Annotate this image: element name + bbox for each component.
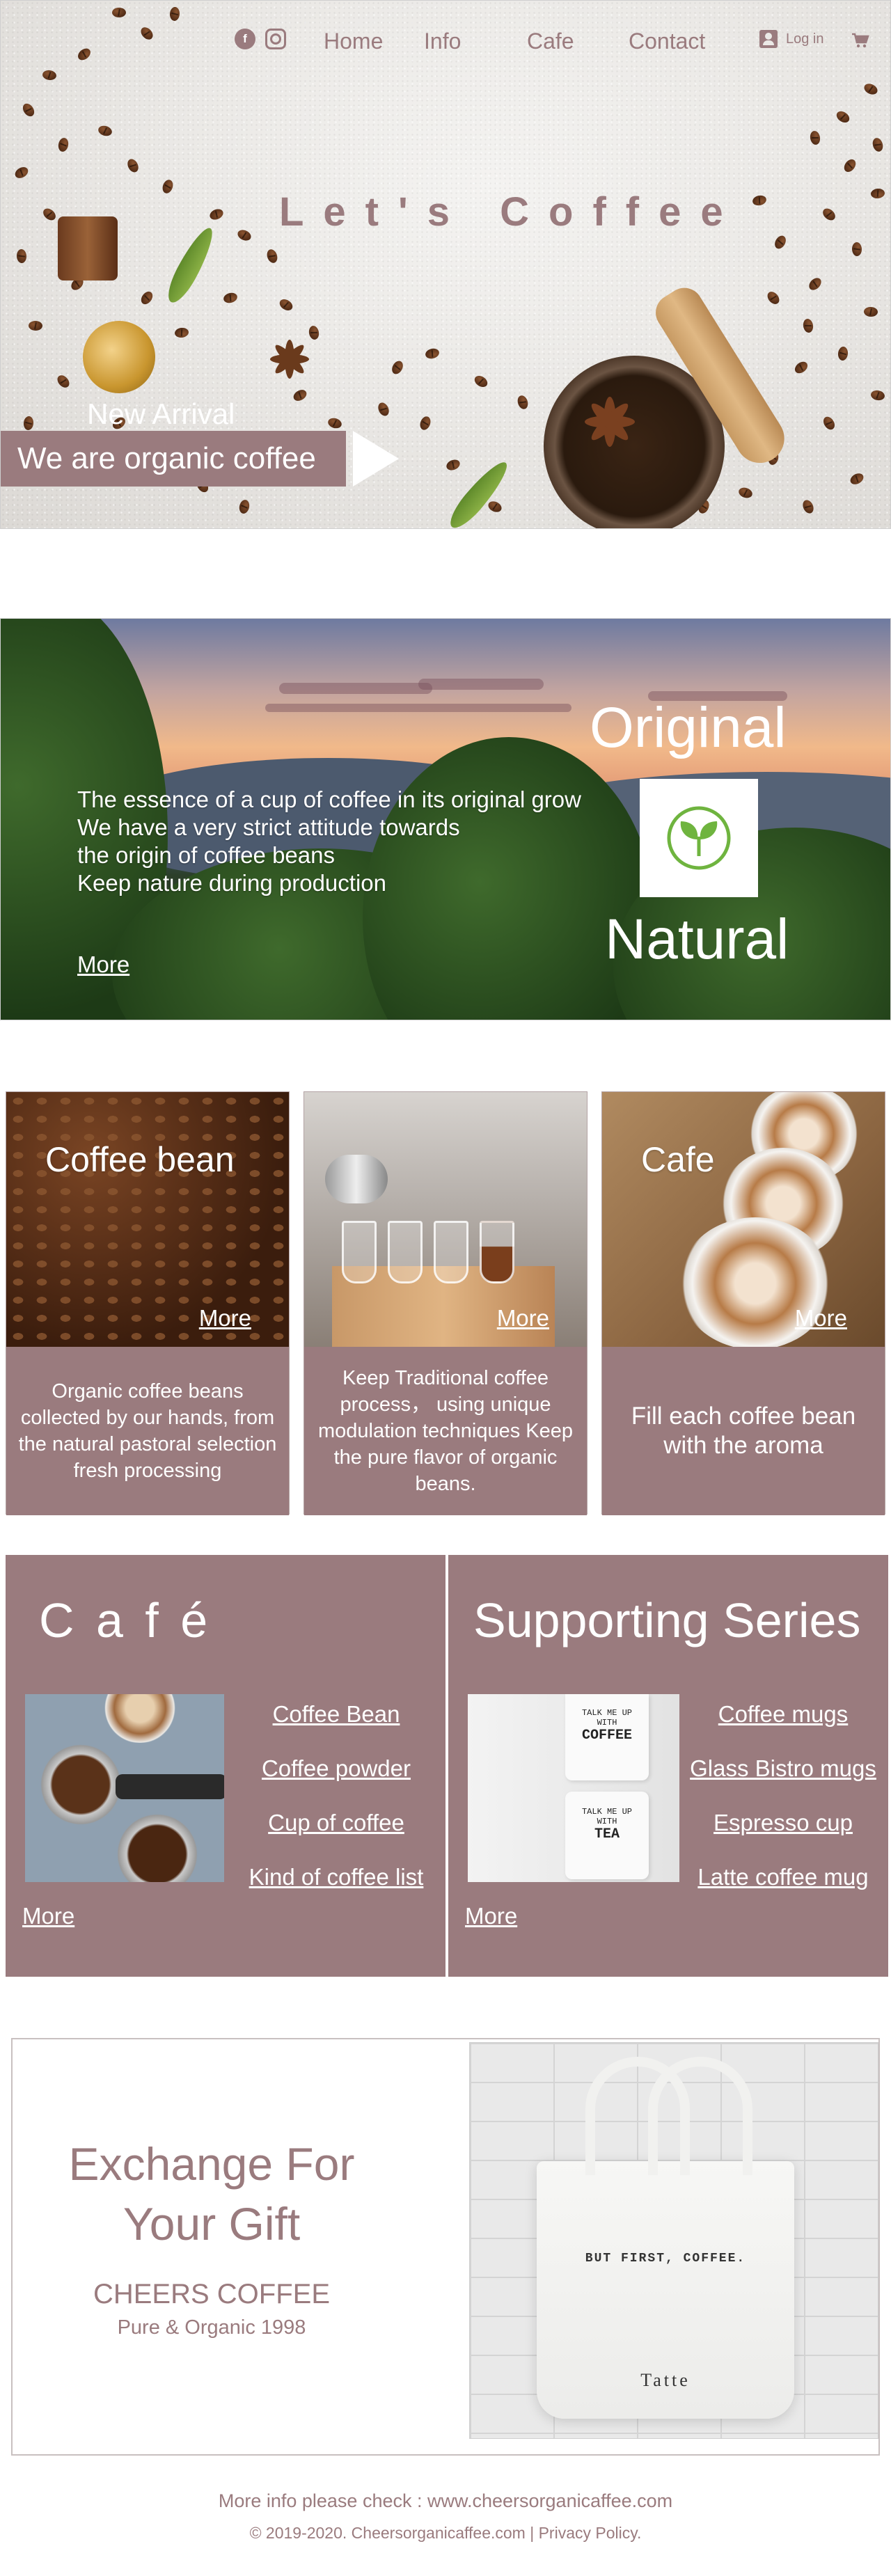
mug-text: TALK ME UP <box>581 1807 632 1817</box>
mug-text: COFFEE <box>581 1728 632 1744</box>
portafilter-image <box>25 1694 224 1882</box>
mugs-image: TALK ME UP WITH COFFEE TALK ME UP WITH T… <box>468 1694 679 1882</box>
series-link-espresso-cup[interactable]: Espresso cup <box>685 1796 881 1850</box>
series-link-glass-bistro-mugs[interactable]: Glass Bistro mugs <box>685 1741 881 1796</box>
origin-description: The essence of a cup of coffee in its or… <box>77 786 581 897</box>
mug-bottom: TALK ME UP WITH TEA <box>565 1792 649 1879</box>
login-label: Log in <box>786 31 824 47</box>
hero-title: Let's Coffee <box>279 189 743 235</box>
card-more-link[interactable]: More <box>795 1305 847 1332</box>
series-more-link[interactable]: More <box>465 1903 517 1929</box>
cafe-card: Cafe More Fill each coffee bean with the… <box>601 1091 885 1515</box>
cart-icon[interactable] <box>851 33 869 48</box>
series-link-list: Coffee mugs Glass Bistro mugs Espresso c… <box>685 1687 881 1904</box>
top-navigation: f Home Info Cafe Contact Log in <box>1 26 890 61</box>
glass-decoration <box>480 1221 514 1283</box>
ground-coffee-decoration <box>39 1743 123 1826</box>
origin-line: the origin of coffee beans <box>77 842 335 868</box>
cafe-panel: C a f é Coffee Bean Coffee powder Cup of… <box>6 1555 446 1977</box>
footer-info: More info please check : www.cheersorgan… <box>218 2490 673 2511</box>
cloud-decoration <box>418 679 544 690</box>
sprout-leaf-icon <box>667 806 731 870</box>
origin-line: Keep nature during production <box>77 870 386 896</box>
nav-link-info[interactable]: Info <box>424 29 461 54</box>
instagram-icon[interactable] <box>265 29 286 49</box>
original-heading: Original <box>590 696 787 759</box>
footer-copyright[interactable]: © 2019-2020. Cheersorganicaffee.com | Pr… <box>0 2524 891 2543</box>
card-title: Coffee bean <box>45 1140 235 1179</box>
mug-text: WITH <box>597 1817 617 1826</box>
espresso-cup-image <box>58 216 118 280</box>
card-more-link[interactable]: More <box>199 1305 251 1332</box>
latte-decoration <box>95 1694 185 1743</box>
cafe-link-coffee-list[interactable]: Kind of coffee list <box>242 1850 430 1904</box>
play-icon[interactable] <box>353 431 399 487</box>
new-arrival-label: New Arrival <box>87 397 235 430</box>
login-button[interactable]: Log in <box>759 30 824 48</box>
mug-text: TALK ME UP <box>581 1708 632 1718</box>
tote-slogan: BUT FIRST, COFFEE. <box>585 2252 746 2266</box>
sprout-badge <box>640 779 758 897</box>
gift-title: Exchange For Your Gift <box>58 2134 365 2254</box>
gift-title-line: Your Gift <box>123 2198 301 2250</box>
facebook-icon[interactable]: f <box>235 29 255 49</box>
series-link-latte-mug[interactable]: Latte coffee mug <box>685 1850 881 1904</box>
cloud-decoration <box>265 704 571 712</box>
gift-brand: CHEERS COFFEE <box>93 2279 331 2309</box>
mug-text: WITH <box>597 1718 617 1728</box>
coffee-capsule-image <box>83 321 155 393</box>
series-panel-title: Supporting Series <box>473 1593 861 1647</box>
cafe-link-list: Coffee Bean Coffee powder Cup of coffee … <box>242 1687 430 1904</box>
card-more-link[interactable]: More <box>497 1305 549 1332</box>
cafe-panel-title: C a f é <box>39 1593 212 1647</box>
card-title: Cafe <box>641 1140 715 1179</box>
coffee-process-card: More Keep Traditional coffee process， us… <box>303 1091 588 1515</box>
card-description: Keep Traditional coffee process， using u… <box>304 1347 587 1515</box>
organic-tagline: We are organic coffee <box>17 441 316 475</box>
glass-decoration <box>388 1221 423 1283</box>
glass-decoration <box>342 1221 377 1283</box>
supporting-series-panel: Supporting Series TALK ME UP WITH COFFEE… <box>448 1555 888 1977</box>
cafe-link-cup-of-coffee[interactable]: Cup of coffee <box>242 1796 430 1850</box>
tote-handle <box>648 2057 752 2175</box>
tote-bag: BUT FIRST, COFFEE. Tatte <box>537 2057 794 2419</box>
cafe-link-coffee-bean[interactable]: Coffee Bean <box>242 1687 430 1741</box>
cafe-link-coffee-powder[interactable]: Coffee powder <box>242 1741 430 1796</box>
hero-section: f Home Info Cafe Contact Log in Let's Co… <box>0 0 891 529</box>
nav-link-cafe[interactable]: Cafe <box>527 29 574 54</box>
nav-link-home[interactable]: Home <box>324 29 383 54</box>
mug-top: TALK ME UP WITH COFFEE <box>565 1694 649 1780</box>
handle-decoration <box>116 1774 224 1799</box>
mug-text: TEA <box>594 1826 620 1842</box>
gift-subtitle: Pure & Organic 1998 <box>117 2316 306 2339</box>
origin-more-link[interactable]: More <box>77 951 129 978</box>
beans-decoration <box>116 1812 199 1882</box>
original-natural-section: The essence of a cup of coffee in its or… <box>0 618 891 1020</box>
origin-line: The essence of a cup of coffee in its or… <box>77 787 581 812</box>
card-description: Organic coffee beans collected by our ha… <box>6 1347 289 1515</box>
kettle-decoration <box>325 1155 388 1203</box>
card-description: Fill each coffee bean with the aroma <box>602 1347 885 1515</box>
gift-title-line: Exchange For <box>68 2138 355 2190</box>
star-anise-image <box>270 340 309 379</box>
series-link-coffee-mugs[interactable]: Coffee mugs <box>685 1687 881 1741</box>
coffee-bean-decoration <box>112 8 126 17</box>
coffee-bean-decoration <box>28 320 43 331</box>
star-anise-image <box>585 397 635 447</box>
cafe-more-link[interactable]: More <box>22 1903 74 1929</box>
organic-tagline-banner: We are organic coffee <box>1 431 346 487</box>
cloud-decoration <box>279 683 432 694</box>
coffee-bean-card: Coffee bean More Organic coffee beans co… <box>6 1091 290 1515</box>
user-icon <box>759 30 778 48</box>
glass-decoration <box>434 1221 468 1283</box>
gift-section: Exchange For Your Gift CHEERS COFFEE Pur… <box>11 2038 880 2456</box>
tote-brand: Tatte <box>640 2370 691 2390</box>
nav-link-contact[interactable]: Contact <box>629 29 705 54</box>
origin-line: We have a very strict attitude towards <box>77 814 460 840</box>
natural-heading: Natural <box>605 908 789 971</box>
tote-bag-image: BUT FIRST, COFFEE. Tatte <box>469 2042 878 2439</box>
